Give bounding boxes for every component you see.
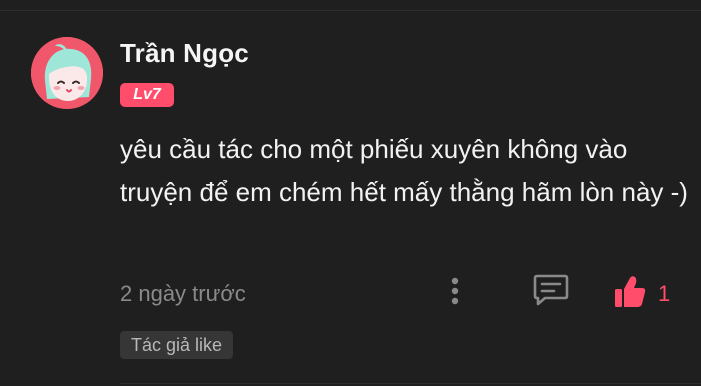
level-badge: Lv7	[120, 83, 174, 107]
comment-bubble-icon	[533, 274, 569, 306]
timestamp: 2 ngày trước	[120, 281, 246, 306]
comment-item: Trần Ngọc Lv7 yêu cầu tác cho một phiếu …	[0, 0, 701, 386]
thumbs-up-icon	[615, 276, 646, 307]
author-liked-badge: Tác giả like	[120, 331, 234, 359]
like-count: 1	[658, 281, 671, 306]
more-vertical-icon	[451, 277, 459, 305]
bottom-divider	[120, 383, 701, 384]
user-name[interactable]: Trần Ngọc	[120, 38, 249, 69]
avatar[interactable]	[31, 37, 103, 109]
comment-text: yêu cầu tác cho một phiếu xuyên không và…	[120, 134, 688, 207]
like-button[interactable]: 1	[612, 272, 686, 312]
more-options-button[interactable]	[440, 272, 470, 310]
reply-button[interactable]	[531, 272, 571, 308]
avatar-character-icon	[31, 37, 103, 109]
